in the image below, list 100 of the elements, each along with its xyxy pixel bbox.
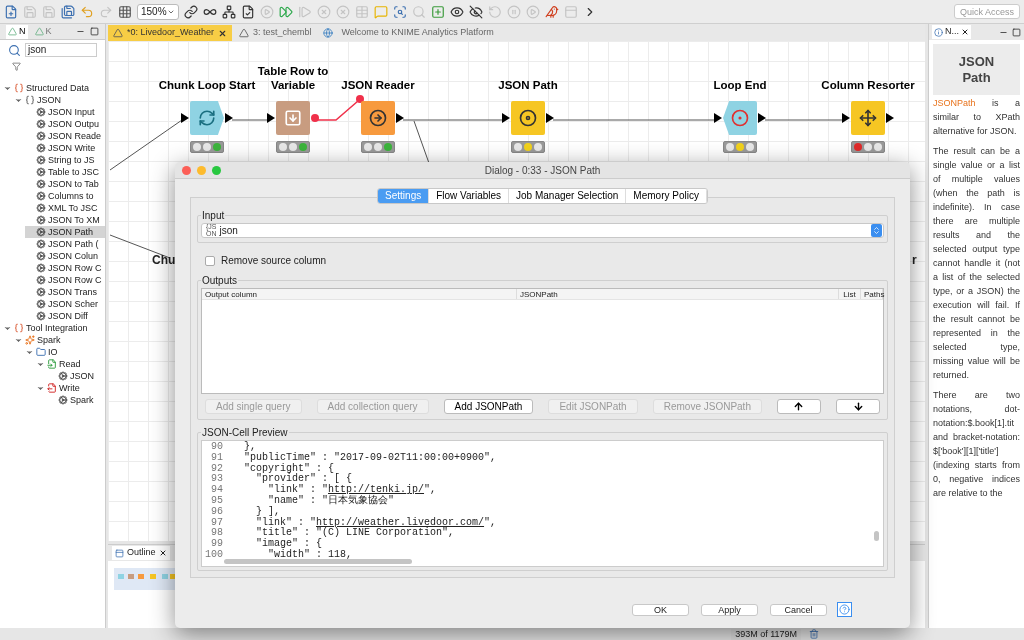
- close-icon[interactable]: [217, 28, 227, 38]
- info-icon: [934, 27, 943, 37]
- tree-item[interactable]: Read: [36, 358, 105, 370]
- tree-item[interactable]: JSON: [14, 94, 105, 106]
- column-header[interactable]: JSONPath: [517, 289, 839, 299]
- search-field[interactable]: json: [25, 43, 97, 57]
- maximize-icon[interactable]: [90, 27, 99, 36]
- tree-item[interactable]: Columns to: [25, 190, 105, 202]
- column-header[interactable]: Output column: [202, 289, 517, 299]
- hierarchy-icon[interactable]: [222, 4, 236, 19]
- move-up-button[interactable]: [777, 399, 821, 414]
- add-icon[interactable]: [431, 4, 445, 19]
- new-file-icon[interactable]: [4, 4, 18, 19]
- tree-item[interactable]: Spark: [14, 334, 105, 346]
- checkbox-label: Remove source column: [221, 254, 327, 268]
- code-line: "link" : "http://tenki.jp/",: [268, 485, 437, 496]
- node-box[interactable]: [511, 101, 545, 135]
- tree-item[interactable]: JSON Trans: [25, 286, 105, 298]
- tree-item[interactable]: JSON Row C: [25, 274, 105, 286]
- node-box[interactable]: [361, 101, 395, 135]
- port-icon[interactable]: [758, 113, 766, 123]
- bird-icon[interactable]: [545, 4, 559, 19]
- panel-tab[interactable]: Outline: [112, 546, 170, 560]
- column-header[interactable]: Paths: [861, 289, 883, 299]
- tree-item[interactable]: Tool Integration: [3, 322, 105, 334]
- move-down-button[interactable]: [836, 399, 880, 414]
- trash-icon[interactable]: [809, 629, 819, 639]
- panel-tab[interactable]: N...: [932, 25, 971, 39]
- tree-item[interactable]: JSON Input: [25, 106, 105, 118]
- dialog-button[interactable]: Cancel: [770, 603, 827, 616]
- zoom-select[interactable]: 150%: [137, 3, 179, 20]
- panel-tab[interactable]: N: [6, 24, 28, 39]
- file-export-icon: [47, 383, 57, 393]
- gear-icon: [36, 167, 46, 177]
- configure-icon[interactable]: [241, 4, 255, 19]
- tree-item[interactable]: JSON Row C: [25, 262, 105, 274]
- eye-off-icon[interactable]: [469, 4, 483, 19]
- node-box[interactable]: [851, 101, 885, 135]
- filter-icon[interactable]: [12, 62, 21, 71]
- scrollbar[interactable]: [224, 559, 412, 564]
- eye-icon[interactable]: [450, 4, 464, 19]
- node-box[interactable]: [723, 101, 757, 135]
- tree-item[interactable]: JSON Write: [25, 142, 105, 154]
- tree-item[interactable]: String to JS: [25, 154, 105, 166]
- port-icon[interactable]: [546, 113, 554, 123]
- port-icon[interactable]: [396, 113, 404, 123]
- help-paragraph: The result can be a single value or a list of multiple values (when the path is indefinite). In case there are multiple results and the selected output type cannot handle it (not a list of the selected type, or a JSON) the execution will fail. If the result cannot be represented in the selected type, missing value will be returned.: [933, 145, 1020, 382]
- tree-item[interactable]: Table to JSC: [25, 166, 105, 178]
- help-button[interactable]: [837, 602, 852, 617]
- scrollbar[interactable]: [874, 531, 879, 541]
- node-label: Table Row to Variable: [256, 64, 330, 92]
- tree-item[interactable]: JSON Path: [25, 226, 105, 238]
- dialog-tab[interactable]: Job Manager Selection: [509, 189, 627, 203]
- quick-access-field[interactable]: Quick Access: [954, 4, 1020, 19]
- panel-tab[interactable]: K: [32, 24, 54, 39]
- tree-item[interactable]: JSON Outpu: [25, 118, 105, 130]
- variable-connection: [317, 100, 359, 121]
- checkbox[interactable]: [205, 255, 215, 266]
- line-number: 91: [210, 452, 224, 464]
- variable-port[interactable]: [356, 95, 364, 103]
- column-header[interactable]: List: [839, 289, 861, 299]
- tree-item[interactable]: IO: [25, 346, 105, 358]
- dialog-tab[interactable]: Memory Policy: [626, 189, 707, 203]
- dialog-tab[interactable]: Flow Variables: [429, 189, 510, 203]
- tree-item[interactable]: JSON Colun: [25, 250, 105, 262]
- inspect-icon[interactable]: [393, 4, 407, 19]
- tree-item[interactable]: Spark: [47, 394, 105, 406]
- close-window-icon[interactable]: [182, 165, 191, 175]
- grid-icon[interactable]: [118, 4, 132, 19]
- link-icon[interactable]: [184, 4, 198, 19]
- variable-port[interactable]: [311, 114, 319, 122]
- dialog-button[interactable]: OK: [632, 603, 689, 616]
- save-all-icon[interactable]: [61, 4, 75, 19]
- move-icon: [859, 109, 877, 127]
- gear-icon: [58, 371, 68, 381]
- editor-tab[interactable]: *0: Livedoor_Weather: [108, 25, 232, 41]
- fast-forward-icon[interactable]: [279, 4, 293, 19]
- port-icon[interactable]: [225, 113, 233, 123]
- refresh-icon: [198, 109, 216, 127]
- tree-item[interactable]: JSON Diff: [25, 310, 105, 322]
- tree-item[interactable]: JSON Reade: [25, 130, 105, 142]
- close-icon[interactable]: [961, 28, 969, 36]
- dialog-button[interactable]: Apply: [701, 603, 758, 616]
- tree-item[interactable]: Write: [36, 382, 105, 394]
- action-button[interactable]: Add JSONPath: [443, 399, 534, 414]
- tree-item[interactable]: JSON To XM: [25, 214, 105, 226]
- tree-item[interactable]: JSON Path (: [25, 238, 105, 250]
- editor-tab[interactable]: Welcome to KNIME Analytics Platform: [318, 25, 569, 41]
- tree-item[interactable]: JSON to Tab: [25, 178, 105, 190]
- port-icon[interactable]: [886, 113, 894, 123]
- node-box[interactable]: [190, 101, 224, 135]
- close-icon[interactable]: [158, 549, 167, 557]
- code-line: "width" : 118,: [268, 549, 353, 561]
- editor-tab[interactable]: 3: test_chembl: [233, 25, 317, 41]
- maximize-icon[interactable]: [1012, 27, 1021, 37]
- node-box[interactable]: [276, 101, 310, 135]
- tree-item[interactable]: XML To JSC: [25, 202, 105, 214]
- tree-item[interactable]: JSON Scher: [25, 298, 105, 310]
- tree-item[interactable]: Structured Data: [3, 82, 105, 94]
- tree-item[interactable]: JSON: [47, 370, 105, 382]
